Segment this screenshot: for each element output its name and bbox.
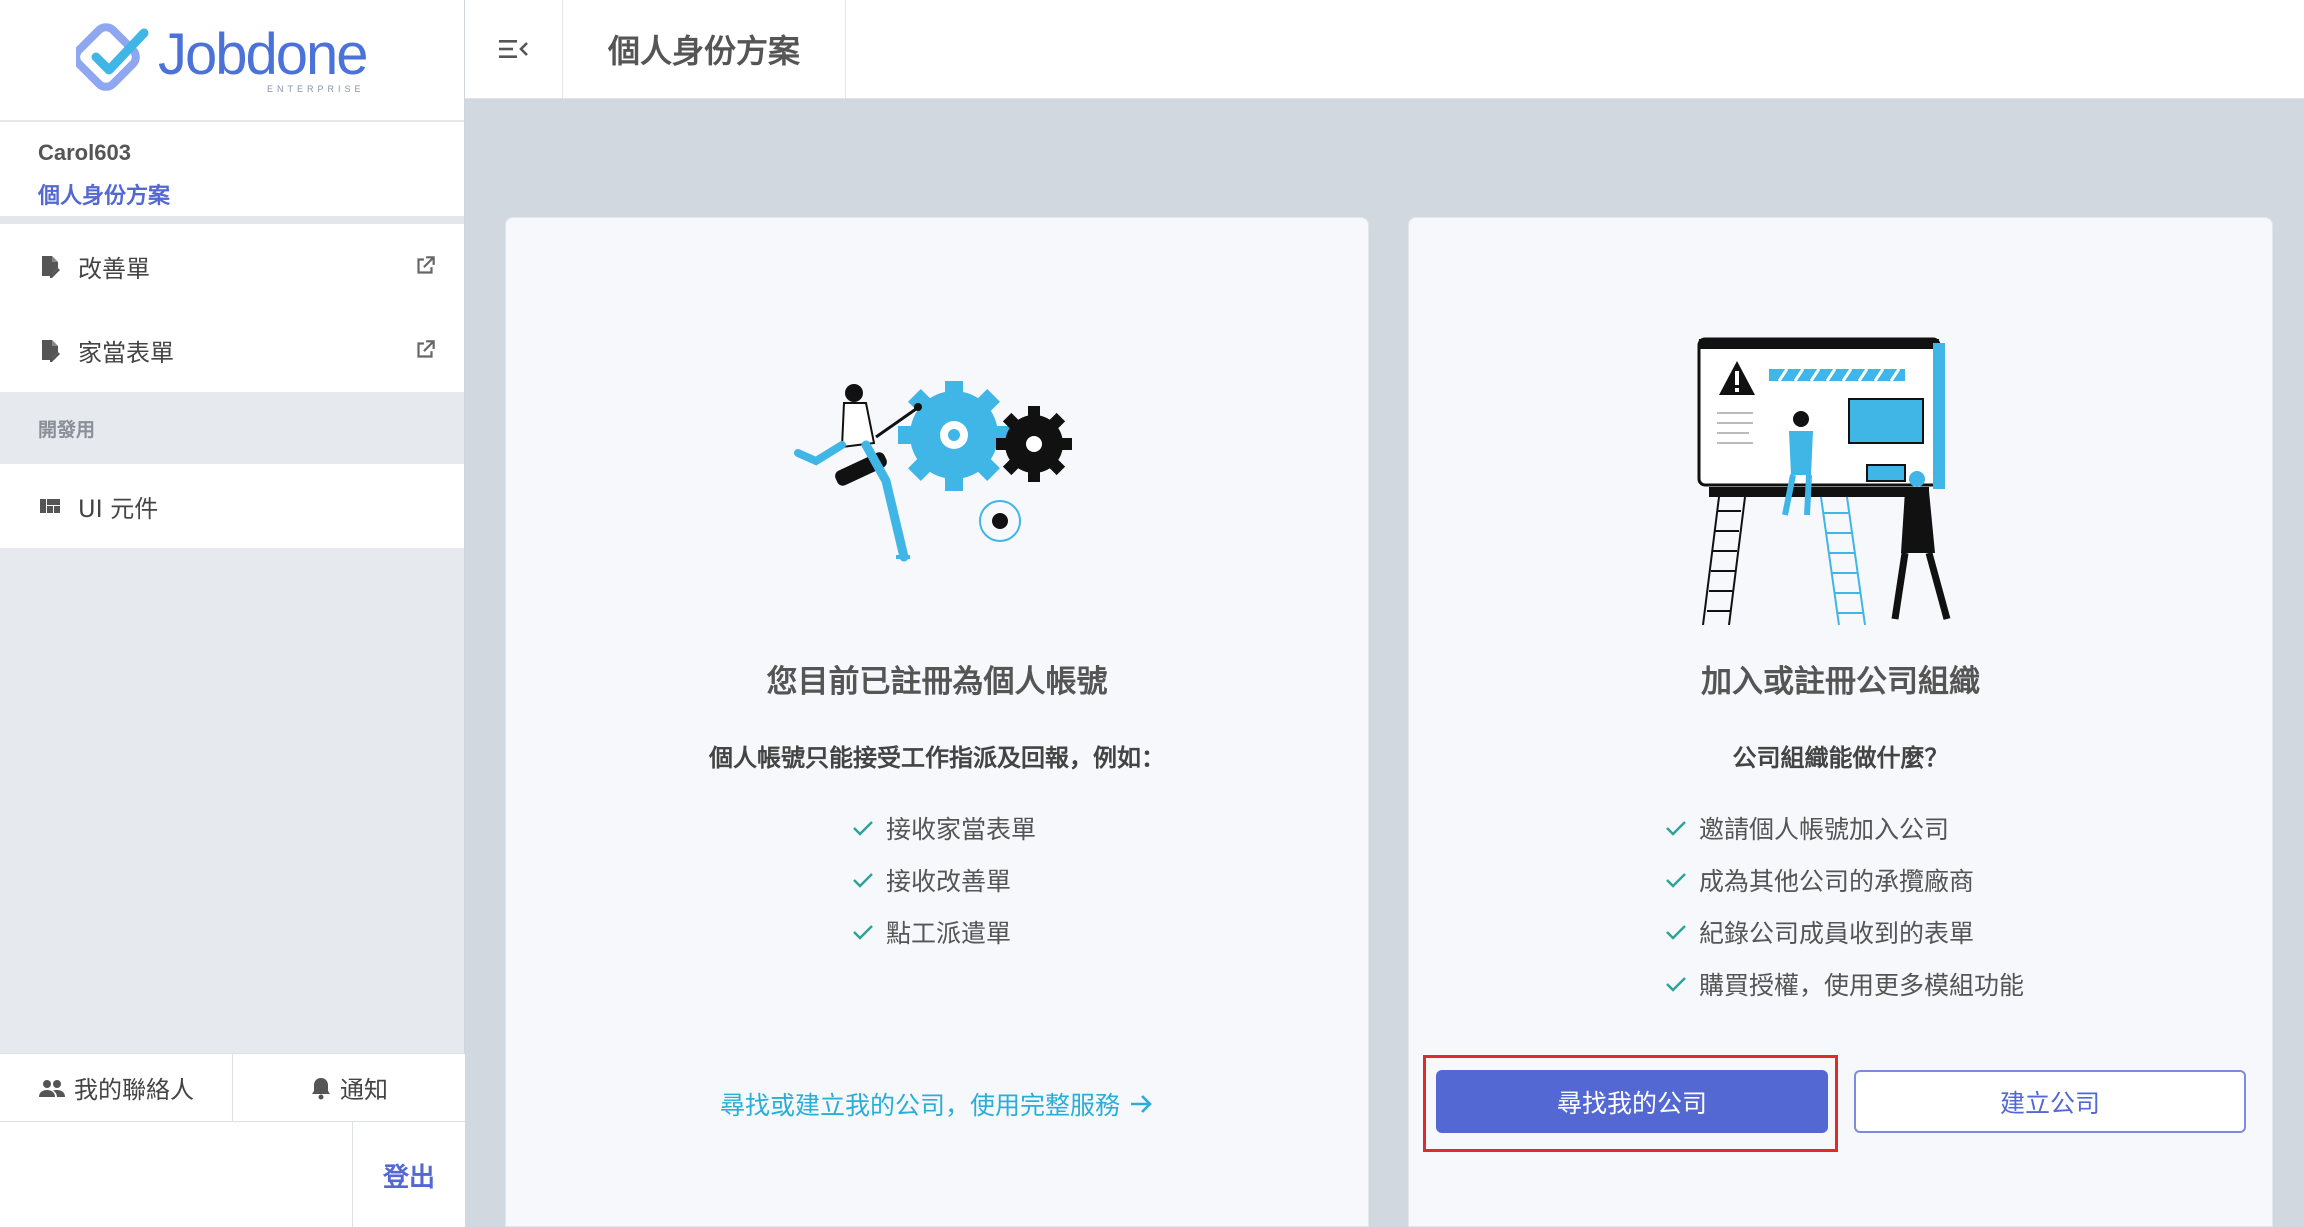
company-feature-list: 邀請個人帳號加入公司 成為其他公司的承攬廠商 紀錄公司成員收到的表單 購買授權，… xyxy=(1663,802,2024,1010)
list-item: 邀請個人帳號加入公司 xyxy=(1663,802,2024,854)
company-card: 加入或註冊公司組織 公司組織能做什麼？ 邀請個人帳號加入公司 成為其他公司的承攬… xyxy=(1408,217,2273,1227)
dashboard-icon xyxy=(38,494,62,518)
personal-card-subtitle: 個人帳號只能接受工作指派及回報，例如： xyxy=(709,744,1165,772)
contacts-button[interactable]: 我的聯絡人 xyxy=(0,1054,232,1121)
construction-illustration xyxy=(1697,337,1951,625)
create-company-button[interactable]: 建立公司 xyxy=(1854,1070,2246,1133)
document-edit-icon xyxy=(38,254,62,278)
check-icon xyxy=(1666,925,1686,940)
document-edit-icon xyxy=(38,338,62,362)
list-item: 接收改善單 xyxy=(850,854,1036,906)
sidebar: Jobdone ENTERPRISE Carol603 個人身份方案 改善單 家… xyxy=(0,0,465,1227)
list-item: 點工派遣單 xyxy=(850,906,1036,958)
notifications-button[interactable]: 通知 xyxy=(232,1054,465,1121)
logo[interactable]: Jobdone ENTERPRISE xyxy=(0,0,464,122)
sidebar-item-ui-components[interactable]: UI 元件 xyxy=(0,464,464,548)
logo-check-icon xyxy=(76,23,149,91)
menu-collapse-icon xyxy=(498,40,528,58)
list-item: 紀錄公司成員收到的表單 xyxy=(1663,906,2024,958)
sidebar-item-improvement[interactable]: 改善單 xyxy=(0,224,464,308)
check-icon xyxy=(1666,873,1686,888)
people-icon xyxy=(39,1079,65,1097)
sidebar-item-label: 改善單 xyxy=(78,254,150,283)
find-company-button[interactable]: 尋找我的公司 xyxy=(1436,1070,1828,1133)
check-icon xyxy=(853,873,873,888)
list-item: 接收家當表單 xyxy=(850,802,1036,854)
username: Carol603 xyxy=(38,140,131,165)
personal-feature-list: 接收家當表單 接收改善單 點工派遣單 xyxy=(850,802,1036,958)
check-icon xyxy=(853,821,873,836)
sidebar-footer: 我的聯絡人 通知 登出 xyxy=(0,1053,465,1227)
menu-collapse-button[interactable] xyxy=(465,0,563,98)
arrow-right-icon xyxy=(1131,1095,1152,1113)
sidebar-item-asset-form[interactable]: 家當表單 xyxy=(0,308,464,392)
nav-group: 改善單 家當表單 xyxy=(0,224,464,392)
user-info: Carol603 個人身份方案 xyxy=(0,122,464,224)
check-icon xyxy=(1666,977,1686,992)
external-link-icon[interactable] xyxy=(412,253,438,279)
company-card-subtitle: 公司組織能做什麼？ xyxy=(1732,744,1949,772)
find-or-create-company-link[interactable]: 尋找或建立我的公司，使用完整服務 xyxy=(506,1086,1368,1122)
nav-group-dev: UI 元件 xyxy=(0,464,464,548)
page-title: 個人身份方案 xyxy=(563,0,846,98)
logo-wordmark: Jobdone xyxy=(158,22,369,87)
sidebar-item-label: UI 元件 xyxy=(78,494,159,523)
check-icon xyxy=(1666,821,1686,836)
personal-card-title: 您目前已註冊為個人帳號 xyxy=(766,664,1108,700)
list-item: 購買授權，使用更多模組功能 xyxy=(1663,958,2024,1010)
personal-account-card: 您目前已註冊為個人帳號 個人帳號只能接受工作指派及回報，例如： 接收家當表單 接… xyxy=(505,217,1369,1227)
user-avatar-area xyxy=(0,1122,353,1227)
notifications-label: 通知 xyxy=(340,1076,388,1104)
sidebar-item-label: 家當表單 xyxy=(78,338,174,367)
company-card-title: 加入或註冊公司組織 xyxy=(1701,664,1980,700)
top-bar: 個人身份方案 xyxy=(465,0,2304,99)
user-plan[interactable]: 個人身份方案 xyxy=(38,178,464,210)
logout-button[interactable]: 登出 xyxy=(353,1122,465,1227)
bell-icon xyxy=(312,1077,330,1099)
contacts-label: 我的聯絡人 xyxy=(74,1076,194,1104)
link-label: 尋找或建立我的公司，使用完整服務 xyxy=(719,1091,1120,1120)
gears-illustration xyxy=(794,381,1072,562)
external-link-icon[interactable] xyxy=(412,337,438,363)
list-item: 成為其他公司的承攬廠商 xyxy=(1663,854,2024,906)
check-icon xyxy=(853,925,873,940)
section-title-dev: 開發用 xyxy=(0,392,464,464)
logo-tagline: ENTERPRISE xyxy=(267,84,365,94)
